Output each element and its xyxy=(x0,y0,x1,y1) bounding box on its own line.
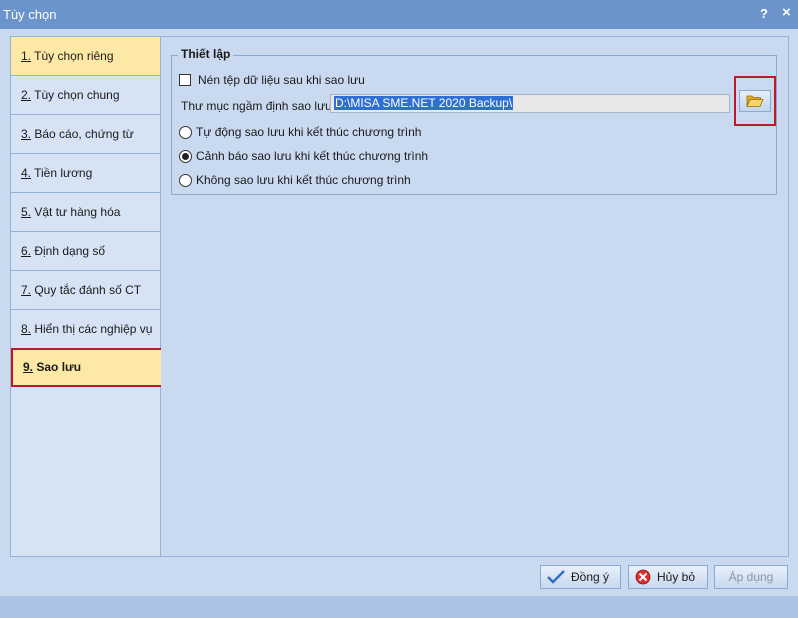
sidebar-item-number: 5. xyxy=(21,205,32,219)
apply-button-label: Áp dụng xyxy=(728,570,774,584)
close-button[interactable]: × xyxy=(782,4,791,21)
folder-label: Thư mục ngầm định sao lưu xyxy=(181,99,332,113)
compress-label: Nén tệp dữ liệu sau khi sao lưu xyxy=(198,73,365,87)
title-bar: Tùy chọn ? × xyxy=(0,0,798,29)
status-bar xyxy=(0,596,798,618)
sidebar-item-label: Tùy chọn riêng xyxy=(31,49,114,63)
ok-button-label: Đồng ý xyxy=(571,570,610,584)
radio-warn-backup-label: Cảnh báo sao lưu khi kết thúc chương trì… xyxy=(196,149,429,163)
radio-auto-backup[interactable] xyxy=(179,126,192,139)
group-title: Thiết lập xyxy=(178,47,234,61)
sidebar-item-tuy-chon-chung[interactable]: 2. Tùy chọn chung xyxy=(11,76,160,115)
sidebar-item-quy-tac-danh-so-ct[interactable]: 7. Quy tắc đánh số CT xyxy=(11,271,160,310)
sidebar-item-label: Định dạng số xyxy=(31,244,106,258)
sidebar-item-tien-luong[interactable]: 4. Tiền lương xyxy=(11,154,160,193)
sidebar-item-number: 2. xyxy=(21,88,32,102)
sidebar-item-tuy-chon-rieng[interactable]: 1. Tùy chọn riêng xyxy=(11,37,160,76)
browse-highlight xyxy=(734,76,776,126)
help-button[interactable]: ? xyxy=(760,6,768,21)
backup-folder-value: D:\MISA SME.NET 2020 Backup\ xyxy=(334,96,514,110)
sidebar-item-label: Quy tắc đánh số CT xyxy=(31,283,142,297)
sidebar-item-label: Báo cáo, chứng từ xyxy=(31,127,134,141)
folder-open-icon xyxy=(746,94,764,108)
settings-panel: Thiết lập Nén tệp dữ liệu sau khi sao lư… xyxy=(161,36,789,557)
sidebar-item-vat-tu-hang-hoa[interactable]: 5. Vật tư hàng hóa xyxy=(11,193,160,232)
browse-folder-button[interactable] xyxy=(739,90,771,112)
sidebar-item-dinh-dang-so[interactable]: 6. Định dạng số xyxy=(11,232,160,271)
ok-button[interactable]: Đồng ý xyxy=(540,565,621,589)
sidebar-item-number: 1. xyxy=(21,49,32,63)
sidebar-item-bao-cao-chung-tu[interactable]: 3. Báo cáo, chứng từ xyxy=(11,115,160,154)
radio-no-backup[interactable] xyxy=(179,174,192,187)
radio-warn-backup[interactable] xyxy=(179,150,192,163)
check-icon xyxy=(547,569,565,585)
settings-group: Thiết lập Nén tệp dữ liệu sau khi sao lư… xyxy=(171,47,777,195)
apply-button[interactable]: Áp dụng xyxy=(714,565,788,589)
sidebar-item-number: 9. xyxy=(23,360,34,374)
sidebar-item-number: 4. xyxy=(21,166,32,180)
sidebar-item-number: 3. xyxy=(21,127,32,141)
sidebar-item-hien-thi-nghiep-vu[interactable]: 8. Hiển thị các nghiệp vụ xyxy=(11,310,160,349)
radio-no-backup-label: Không sao lưu khi kết thúc chương trình xyxy=(196,173,411,187)
sidebar-item-number: 7. xyxy=(21,283,32,297)
backup-folder-input[interactable]: D:\MISA SME.NET 2020 Backup\ xyxy=(330,94,730,113)
compress-checkbox[interactable] xyxy=(179,74,191,86)
cancel-button-label: Hủy bỏ xyxy=(657,570,696,584)
cancel-button[interactable]: Hủy bỏ xyxy=(628,565,708,589)
sidebar-item-label: Sao lưu xyxy=(33,360,82,374)
sidebar-item-number: 8. xyxy=(21,322,32,336)
sidebar-item-sao-luu[interactable]: 9. Sao lưu xyxy=(11,348,168,387)
sidebar-item-number: 6. xyxy=(21,244,32,258)
window-title: Tùy chọn xyxy=(3,7,57,22)
cancel-icon xyxy=(635,569,651,585)
sidebar-item-label: Vật tư hàng hóa xyxy=(31,205,121,219)
options-sidebar: 1. Tùy chọn riêng 2. Tùy chọn chung 3. B… xyxy=(10,36,168,557)
radio-auto-backup-label: Tự động sao lưu khi kết thúc chương trìn… xyxy=(196,125,422,139)
sidebar-item-label: Hiển thị các nghiệp vụ xyxy=(31,322,153,336)
sidebar-item-label: Tiền lương xyxy=(31,166,93,180)
sidebar-item-label: Tùy chọn chung xyxy=(31,88,120,102)
